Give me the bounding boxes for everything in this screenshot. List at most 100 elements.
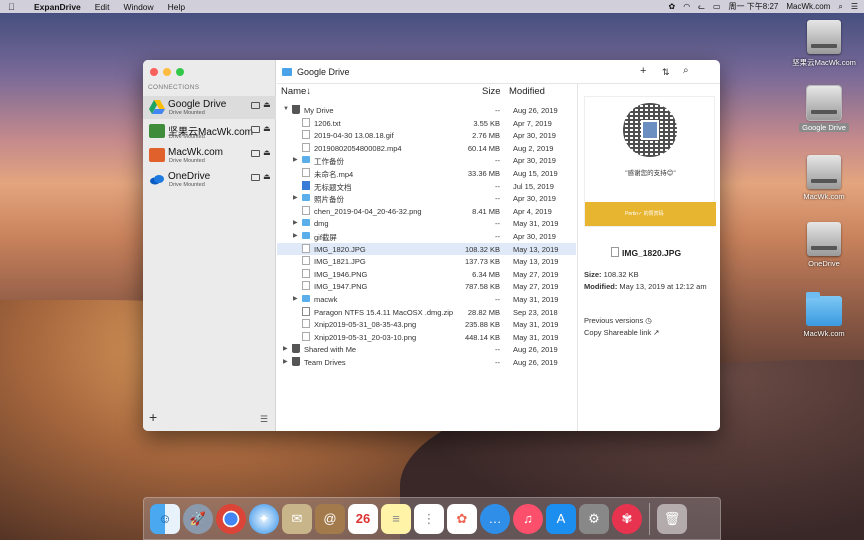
minimize-button[interactable] (163, 68, 171, 76)
desktop-drive-onedrive[interactable]: OneDrive (789, 222, 859, 268)
calendar-icon[interactable]: 26 (348, 503, 378, 534)
open-folder-icon[interactable] (251, 174, 260, 181)
file-name: IMG_1946.PNG (314, 269, 368, 279)
disclosure-closed-icon[interactable]: ▶ (293, 219, 298, 226)
file-row[interactable]: IMG_1820.JPG 108.32 KB May 13, 2019 (277, 242, 576, 256)
eject-icon[interactable]: ⏏ (263, 124, 271, 133)
menu-help[interactable]: Help (168, 2, 185, 12)
connection-google-drive[interactable]: Google Drive Drive Mounted ⏏ (143, 96, 276, 119)
file-row[interactable]: IMG_1947.PNG 787.58 KB May 27, 2019 (277, 280, 576, 293)
file-row[interactable]: ▶ 照片备份 -- Apr 30, 2019 (277, 192, 576, 205)
connection-macwk[interactable]: MacWk.com Drive Mounted ⏏ (143, 144, 276, 167)
file-row[interactable]: ▶ 工作备份 -- Apr 30, 2019 (277, 154, 576, 167)
flower-app-icon[interactable]: ✾ (612, 503, 642, 534)
finder-icon[interactable]: ☺ (150, 503, 180, 534)
launchpad-icon[interactable]: 🚀 (183, 503, 213, 534)
app-menu[interactable]: ExpanDrive (34, 2, 81, 12)
google-doc-icon (302, 180, 310, 190)
file-row[interactable]: 无标题文档 -- Jul 15, 2019 (277, 180, 576, 193)
desktop-drive-jianguoyun[interactable]: 坚果云MacWk.com (789, 20, 859, 68)
file-row[interactable]: ▶ Team Drives -- Aug 26, 2019 (277, 356, 576, 369)
clock[interactable]: 周一 下午8:27 (729, 1, 779, 12)
column-header-name[interactable]: Name↓ (281, 86, 311, 97)
file-row[interactable]: ▼ My Drive -- Aug 26, 2019 (277, 104, 576, 117)
file-name: 照片备份 (314, 195, 344, 205)
reminders-icon[interactable]: ⋮ (414, 503, 444, 534)
file-row[interactable]: IMG_1946.PNG 6.34 MB May 27, 2019 (277, 268, 576, 281)
file-row[interactable]: ▶ Shared with Me -- Aug 26, 2019 (277, 343, 576, 356)
desktop-folder-macwk[interactable]: MacWk.com (789, 292, 859, 338)
notes-icon[interactable]: ≡ (381, 503, 411, 534)
file-name: dmg (314, 219, 329, 229)
disclosure-closed-icon[interactable]: ▶ (283, 358, 288, 365)
file-row[interactable]: 未命名.mp4 33.36 MB Aug 15, 2019 (277, 167, 576, 180)
hard-drive-icon (807, 222, 841, 256)
disclosure-closed-icon[interactable]: ▶ (293, 156, 298, 163)
trash-icon[interactable]: 🗑 (657, 503, 687, 534)
disclosure-closed-icon[interactable]: ▶ (283, 345, 288, 352)
expandrive-status-icon[interactable]: ✿ (668, 2, 675, 11)
disclosure-open-icon[interactable]: ▼ (283, 106, 289, 112)
messages-icon[interactable]: … (480, 503, 510, 534)
add-connection-button[interactable]: + (149, 409, 157, 425)
new-item-button[interactable]: + (640, 65, 646, 77)
connection-onedrive[interactable]: OneDrive Drive Mounted ⏏ (143, 168, 276, 191)
file-row[interactable]: ▶ macwk -- May 31, 2019 (277, 293, 576, 306)
cat-status-icon[interactable]: ᓚ (698, 2, 705, 11)
open-folder-icon[interactable] (251, 150, 260, 157)
close-button[interactable] (150, 68, 158, 76)
search-button[interactable]: ⌕ (683, 65, 689, 76)
drive-icon (292, 357, 300, 366)
file-row[interactable]: 20190802054800082.mp4 60.14 MB Aug 2, 2019 (277, 142, 576, 155)
file-row[interactable]: 1206.txt 3.55 KB Apr 7, 2019 (277, 117, 576, 130)
music-icon[interactable]: ♫ (513, 503, 543, 534)
chrome-icon[interactable] (216, 503, 246, 534)
file-size: 108.32 KB (464, 244, 500, 254)
system-preferences-icon[interactable]: ⚙ (579, 503, 609, 534)
open-folder-icon[interactable] (251, 102, 260, 109)
file-row[interactable]: Xnip2019-05-31_08-35-43.png 235.88 KB May … (277, 318, 576, 331)
file-row[interactable]: Xnip2019-05-31_20-03-10.png 448.14 KB May … (277, 331, 576, 344)
column-header-size[interactable]: Size (482, 86, 500, 97)
file-size: 235.88 KB (464, 320, 500, 330)
battery-icon[interactable]: ▭ (713, 2, 721, 11)
eject-icon[interactable]: ⏏ (263, 100, 271, 109)
disclosure-closed-icon[interactable]: ▶ (293, 194, 298, 201)
eject-icon[interactable]: ⏏ (263, 172, 271, 181)
file-row[interactable]: ▶ gif截屏 -- Apr 30, 2019 (277, 230, 576, 243)
file-row[interactable]: Paragon NTFS 15.4.11 MacOSX .dmg.zip 28.8… (277, 306, 576, 319)
folder-icon (302, 219, 310, 227)
disclosure-closed-icon[interactable]: ▶ (293, 295, 298, 302)
zoom-button[interactable] (176, 68, 184, 76)
file-modified: May 13, 2019 (513, 257, 559, 267)
control-center-icon[interactable]: ☰ (851, 2, 858, 11)
contacts-icon[interactable]: @ (315, 503, 345, 534)
file-row[interactable]: 2019-04-30 13.08.18.gif 2.76 MB Apr 30, 20… (277, 129, 576, 142)
desktop-drive-google[interactable]: Google Drive (789, 85, 859, 132)
file-row[interactable]: IMG_1821.JPG 137.73 KB May 13, 2019 (277, 255, 576, 268)
menu-window[interactable]: Window (123, 2, 153, 12)
zip-file-icon (302, 306, 310, 316)
copy-shareable-link[interactable]: Copy Shareable link ↗ (584, 328, 660, 337)
sort-button[interactable]: ⇅ (662, 67, 670, 78)
search-icon[interactable]: ⌕ (838, 2, 842, 12)
settings-sliders-icon[interactable]: ☰ (260, 414, 268, 425)
app-store-icon[interactable]: A (546, 503, 576, 534)
mail-icon[interactable]: ✉ (282, 503, 312, 534)
desktop-drive-macwk[interactable]: MacWk.com (789, 155, 859, 201)
column-header-modified[interactable]: Modified (509, 86, 545, 97)
apple-menu-icon[interactable]:  (8, 2, 22, 12)
previous-versions-link[interactable]: Previous versions ◷ (584, 316, 652, 325)
open-folder-icon[interactable] (251, 126, 260, 133)
disclosure-closed-icon[interactable]: ▶ (293, 232, 298, 239)
file-row[interactable]: chen_2019-04-04_20-46-32.png 8.41 MB Apr 4… (277, 205, 576, 218)
safari-icon[interactable]: ✦ (249, 503, 279, 534)
image-preview[interactable]: "感谢您的支持😊" Pertin✓ 的赞赏码 (584, 96, 716, 227)
photos-icon[interactable]: ✿ (447, 503, 477, 534)
wifi-icon[interactable]: ◠ (683, 2, 690, 11)
connection-jianguoyun[interactable]: 坚果云MacWk.com Drive Mounted ⏏ (143, 120, 276, 143)
menubar-host[interactable]: MacWk.com (786, 2, 830, 11)
menu-edit[interactable]: Edit (95, 2, 110, 12)
eject-icon[interactable]: ⏏ (263, 148, 271, 157)
file-row[interactable]: ▶ dmg -- May 31, 2019 (277, 217, 576, 230)
